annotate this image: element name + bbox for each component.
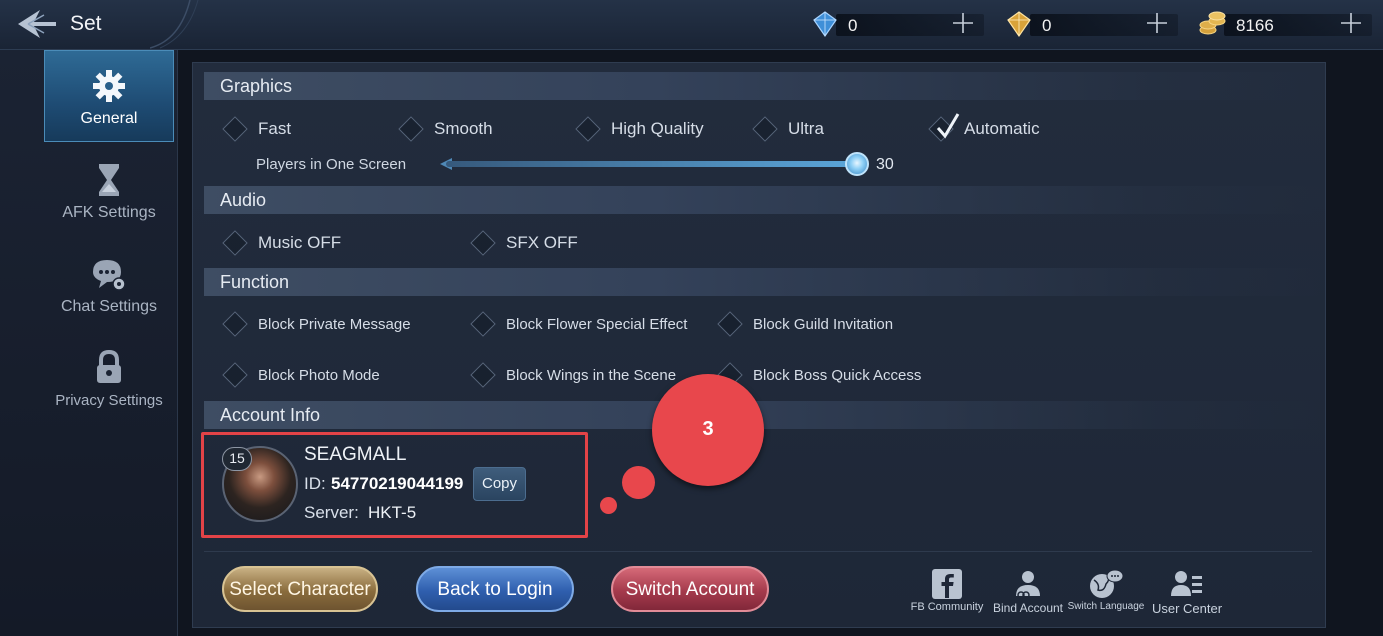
slider-label: Players in One Screen (256, 156, 407, 173)
gold-coins-icon (1199, 11, 1226, 35)
section-title: Audio (220, 190, 267, 210)
currency-value: 0 (1042, 16, 1052, 35)
option-label: Block Private Message (258, 316, 411, 333)
option-label: Block Wings in the Scene (506, 367, 677, 384)
currency-value: 8166 (1236, 16, 1274, 35)
sidebar-item-privacy-settings[interactable]: Privacy Settings (44, 332, 174, 424)
section-header-audio: Audio (204, 186, 1322, 214)
option-label: High Quality (611, 119, 704, 138)
link-label: User Center (1151, 601, 1223, 616)
sidebar-item-label: Privacy Settings (55, 392, 163, 409)
blue-diamond-icon (813, 11, 837, 38)
option-label: Fast (258, 119, 292, 138)
switch-account-button[interactable]: Switch Account (611, 566, 769, 612)
page-title: Set (70, 12, 102, 35)
user-center-link[interactable]: User Center (1147, 568, 1227, 618)
checkmark-icon (936, 113, 960, 139)
back-arrow-icon[interactable] (14, 6, 60, 42)
select-character-button[interactable]: Select Character (222, 566, 378, 612)
hourglass-icon (99, 164, 119, 196)
players-slider-knob[interactable] (845, 152, 869, 176)
plus-icon[interactable] (1338, 10, 1364, 36)
section-header-function: Function (204, 268, 1322, 296)
plus-icon[interactable] (1144, 10, 1170, 36)
annotation-step-badge: 3 (652, 374, 764, 486)
switch-language-link[interactable]: Switch Language (1066, 568, 1146, 618)
globe-icon (1090, 569, 1124, 598)
back-to-login-button[interactable]: Back to Login (416, 566, 574, 612)
option-label: Automatic (964, 119, 1040, 138)
section-header-graphics: Graphics (204, 72, 1322, 100)
bind-account-icon (1016, 571, 1040, 599)
option-label: Block Flower Special Effect (506, 316, 688, 333)
slider-value: 30 (876, 156, 894, 173)
gear-icon (93, 70, 125, 102)
annotation-dot (600, 497, 617, 514)
option-label: Block Guild Invitation (753, 316, 894, 333)
option-label: Music OFF (258, 233, 342, 252)
sidebar-item-chat-settings[interactable]: Chat Settings (44, 238, 174, 330)
highlight-box (201, 432, 588, 538)
sidebar-item-afk-settings[interactable]: AFK Settings (44, 144, 174, 236)
option-label: Ultra (788, 119, 824, 138)
divider (204, 551, 1312, 552)
sidebar-item-general[interactable]: General (44, 50, 174, 142)
section-title: Function (220, 272, 290, 292)
gold-diamond-icon (1007, 11, 1031, 38)
currency-value: 0 (848, 16, 858, 35)
option-label: Smooth (434, 119, 493, 138)
plus-icon[interactable] (950, 10, 976, 36)
option-label: SFX OFF (506, 233, 578, 252)
section-title: Graphics (220, 76, 293, 96)
settings-panel (192, 62, 1326, 628)
sidebar-item-label: AFK Settings (62, 204, 156, 221)
header-decoration-icon (150, 0, 199, 49)
user-center-icon (1171, 571, 1202, 596)
section-title: Account Info (220, 405, 321, 425)
sidebar-item-label: General (80, 110, 138, 127)
annotation-dot (622, 466, 655, 499)
top-bar: Set 0 0 8166 (0, 0, 1383, 50)
option-label: Block Photo Mode (258, 367, 380, 384)
option-label: Block Boss Quick Access (753, 367, 922, 384)
fb-community-link[interactable]: FB Community (907, 568, 987, 618)
facebook-icon (932, 569, 962, 599)
lock-icon (97, 349, 121, 383)
sidebar-item-label: Chat Settings (60, 298, 158, 315)
players-slider-track[interactable] (446, 161, 858, 167)
chat-gear-icon (93, 260, 126, 291)
